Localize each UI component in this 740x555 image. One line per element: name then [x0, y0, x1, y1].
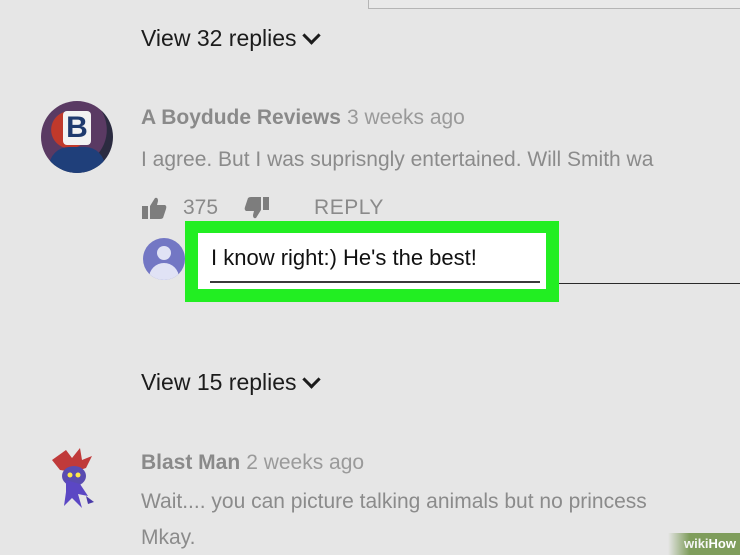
chevron-down-icon: [301, 26, 321, 45]
reply-button[interactable]: REPLY: [314, 196, 384, 220]
watermark-how: How: [708, 536, 736, 551]
avatar-figure: [49, 147, 105, 173]
avatar[interactable]: B: [41, 101, 113, 173]
comment-author-line: Blast Man 2 weeks ago: [141, 451, 364, 475]
view-replies-button[interactable]: View 32 replies: [141, 25, 321, 52]
like-count: 375: [183, 196, 219, 219]
view-replies-label: View 15 replies: [141, 369, 297, 395]
view-replies-button[interactable]: View 15 replies: [141, 369, 321, 396]
view-replies-label: View 32 replies: [141, 25, 297, 51]
comment-actions: 375 REPLY: [141, 196, 384, 220]
wikihow-watermark: wikiHow: [668, 533, 740, 555]
comment-author[interactable]: Blast Man: [141, 451, 240, 474]
thumbs-down-icon[interactable]: [244, 196, 270, 220]
thumbs-up-icon[interactable]: [141, 196, 167, 220]
comment-time[interactable]: 2 weeks ago: [246, 451, 364, 474]
top-panel-edge: [368, 0, 740, 9]
comment-text: I agree. But I was suprisngly entertaine…: [141, 148, 654, 171]
reply-underline-extension: [559, 283, 740, 284]
comment-time[interactable]: 3 weeks ago: [347, 106, 465, 129]
chevron-down-icon: [301, 370, 321, 389]
avatar-head: [157, 246, 171, 260]
comment-text: Mkay.: [141, 526, 196, 549]
avatar-letter: B: [63, 111, 91, 145]
reply-input-underline: [210, 281, 540, 283]
comment-author-line: A Boydude Reviews 3 weeks ago: [141, 106, 465, 130]
user-avatar: [143, 238, 185, 280]
avatar-body: [149, 263, 179, 280]
avatar[interactable]: [44, 446, 104, 518]
comment-text: Wait.... you can picture talking animals…: [141, 490, 647, 513]
comment-author[interactable]: A Boydude Reviews: [141, 106, 341, 129]
watermark-wiki: wiki: [683, 536, 709, 551]
